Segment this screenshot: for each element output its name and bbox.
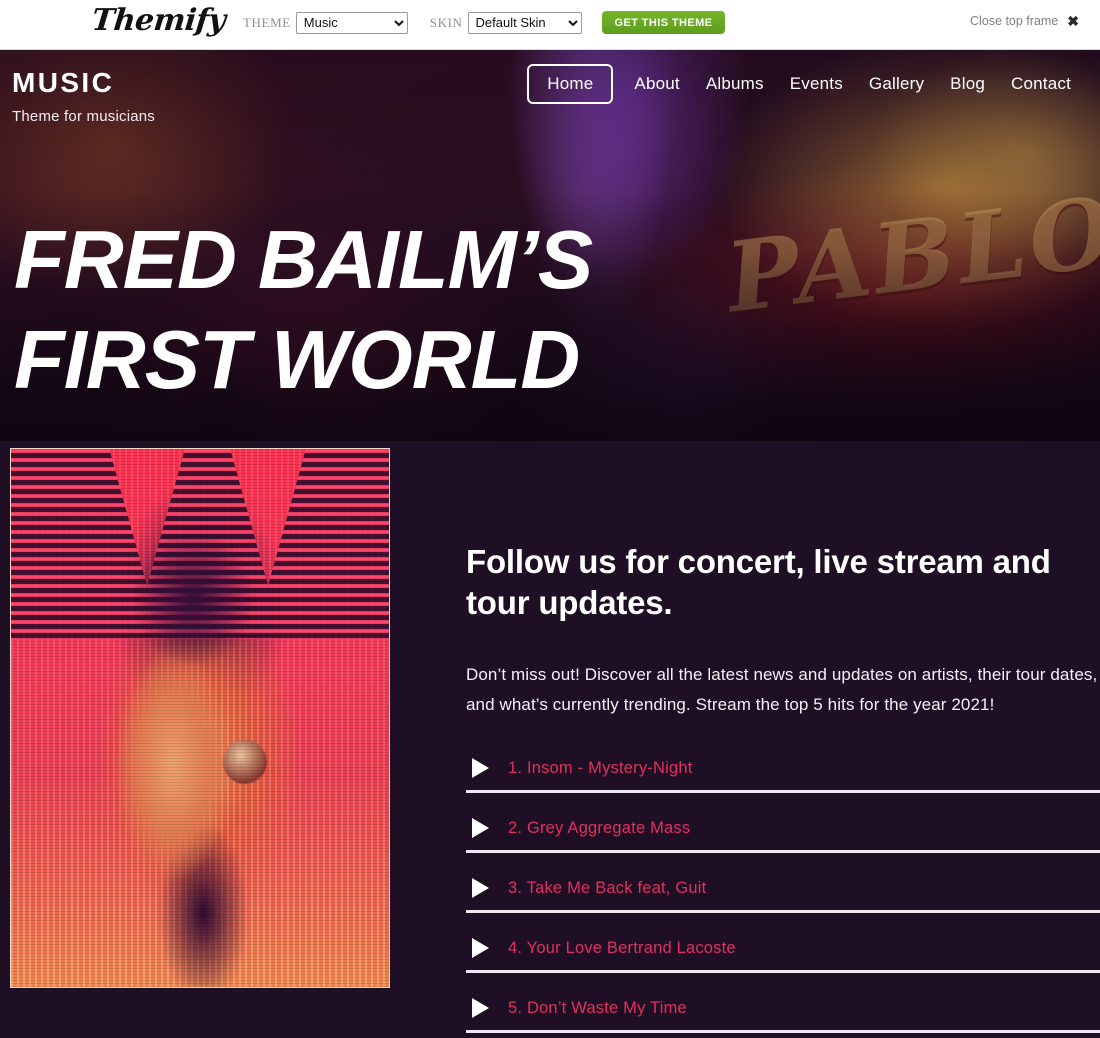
site-title[interactable]: MUSIC	[12, 67, 155, 99]
close-x-icon[interactable]: ✖	[1067, 14, 1079, 28]
track-row[interactable]: 1. Insom - Mystery-Night	[466, 748, 1100, 794]
play-icon[interactable]	[472, 938, 489, 959]
nav-item-contact[interactable]: Contact	[998, 64, 1084, 104]
site-brand: MUSIC Theme for musicians	[12, 67, 156, 125]
content-paragraph: Don’t miss out! Discover all the latest …	[466, 664, 1098, 715]
play-icon[interactable]	[472, 998, 489, 1019]
track-title[interactable]: 3. Take Me Back feat, Guit	[508, 879, 706, 898]
content-column: Follow us for concert, live stream and t…	[466, 441, 1100, 1034]
track-title[interactable]: 2. Grey Aggregate Mass	[508, 819, 690, 838]
nav-item-about[interactable]: About	[621, 64, 692, 104]
track-title[interactable]: 5. Don’t Waste My Time	[508, 999, 687, 1018]
nav-item-blog[interactable]: Blog	[937, 64, 998, 104]
nav-item-gallery[interactable]: Gallery	[856, 64, 937, 104]
main-content-section: Follow us for concert, live stream and t…	[0, 441, 1100, 1038]
track-row[interactable]: 3. Take Me Back feat, Guit	[466, 868, 1100, 914]
play-icon[interactable]	[472, 878, 489, 899]
close-top-frame-button[interactable]: Close top frame ✖	[970, 14, 1079, 28]
main-navigation: Home About Albums Events Gallery Blog Co…	[527, 64, 1084, 104]
skin-select[interactable]: Default Skin	[467, 11, 582, 34]
track-title[interactable]: 1. Insom - Mystery-Night	[508, 759, 693, 778]
nav-item-home[interactable]: Home	[527, 64, 614, 104]
hero-headline: Fred Bailm’s First World	[14, 213, 593, 407]
play-icon[interactable]	[472, 818, 489, 839]
content-heading: Follow us for concert, live stream and t…	[466, 543, 1051, 621]
play-icon[interactable]	[472, 758, 489, 779]
skin-label: SKIN	[429, 14, 463, 30]
get-this-theme-button[interactable]: GET THIS THEME	[601, 11, 726, 34]
playlist: 1. Insom - Mystery-Night 2. Grey Aggrega…	[466, 748, 1100, 1034]
track-title[interactable]: 4. Your Love Bertrand Lacoste	[508, 939, 736, 958]
artist-photo-scanlines	[11, 449, 389, 987]
themify-logo[interactable]: Themify	[90, 3, 227, 38]
hero-banner: PABLO MUSIC Theme for musicians Home Abo…	[0, 50, 1100, 441]
track-row[interactable]: 4. Your Love Bertrand Lacoste	[466, 928, 1100, 974]
track-row[interactable]: 5. Don’t Waste My Time	[466, 988, 1100, 1034]
nav-item-events[interactable]: Events	[777, 64, 856, 104]
nav-item-albums[interactable]: Albums	[693, 64, 777, 104]
theme-label: THEME	[243, 14, 291, 30]
site-tagline: Theme for musicians	[12, 107, 156, 125]
artist-photo	[10, 448, 390, 988]
track-row[interactable]: 2. Grey Aggregate Mass	[466, 808, 1100, 854]
theme-switcher-controls: THEME Music SKIN Default Skin GET THIS T…	[243, 11, 726, 34]
close-top-frame-label: Close top frame	[970, 14, 1059, 28]
theme-select[interactable]: Music	[295, 11, 408, 34]
themify-top-frame: Themify THEME Music SKIN Default Skin GE…	[0, 0, 1100, 50]
